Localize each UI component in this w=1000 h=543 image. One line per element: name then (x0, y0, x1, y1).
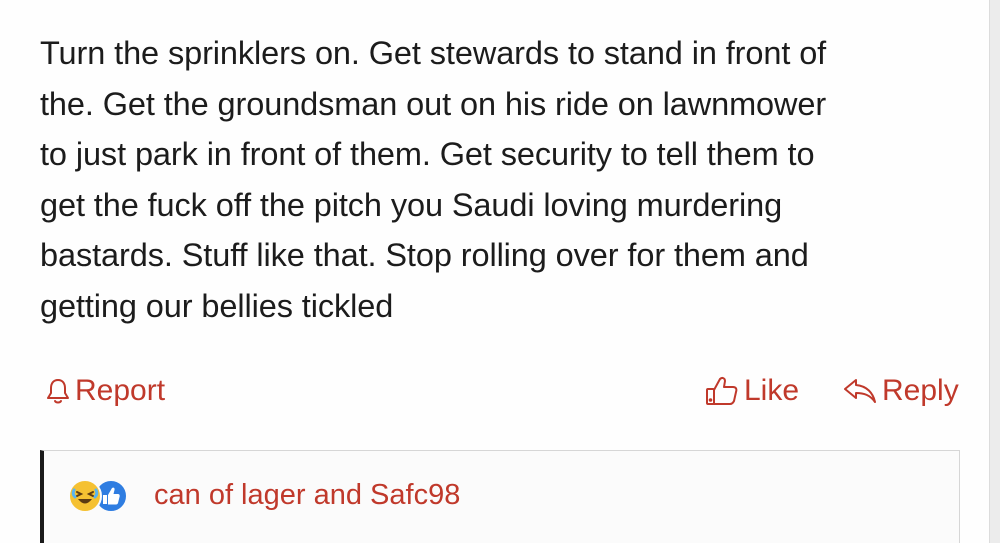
bell-icon (45, 377, 71, 405)
like-button[interactable]: Like (704, 371, 799, 411)
like-label: Like (744, 374, 800, 407)
post-body: Turn the sprinklers on. Get stewards to … (40, 28, 970, 331)
reply-button[interactable]: Reply (842, 371, 959, 411)
laughing-emoji-icon (68, 479, 102, 513)
reply-label: Reply (882, 374, 959, 407)
post-body-line: Turn the sprinklers on. Get stewards to … (40, 35, 827, 71)
post-body-line: getting our bellies tickled (40, 287, 394, 324)
thumbs-up-icon (704, 374, 740, 408)
post-body-line: get the fuck off the pitch you Saudi lov… (40, 186, 783, 223)
post-body-line: bastards. Stuff like that. Stop rolling … (40, 237, 809, 273)
post-card: Turn the sprinklers on. Get stewards to … (0, 0, 990, 543)
post-body-line: to just park in front of them. Get secur… (40, 136, 815, 172)
reply-arrow-icon (842, 376, 878, 406)
reactions-bar[interactable]: can of lager and Safc98 (40, 450, 960, 543)
post-body-line: the. Get the groundsman out on his ride … (40, 85, 827, 122)
reaction-icons[interactable] (68, 479, 128, 513)
report-label: Report (75, 374, 166, 407)
report-button[interactable]: Report (45, 371, 165, 411)
reaction-names-link[interactable]: can of lager and Safc98 (154, 477, 460, 513)
